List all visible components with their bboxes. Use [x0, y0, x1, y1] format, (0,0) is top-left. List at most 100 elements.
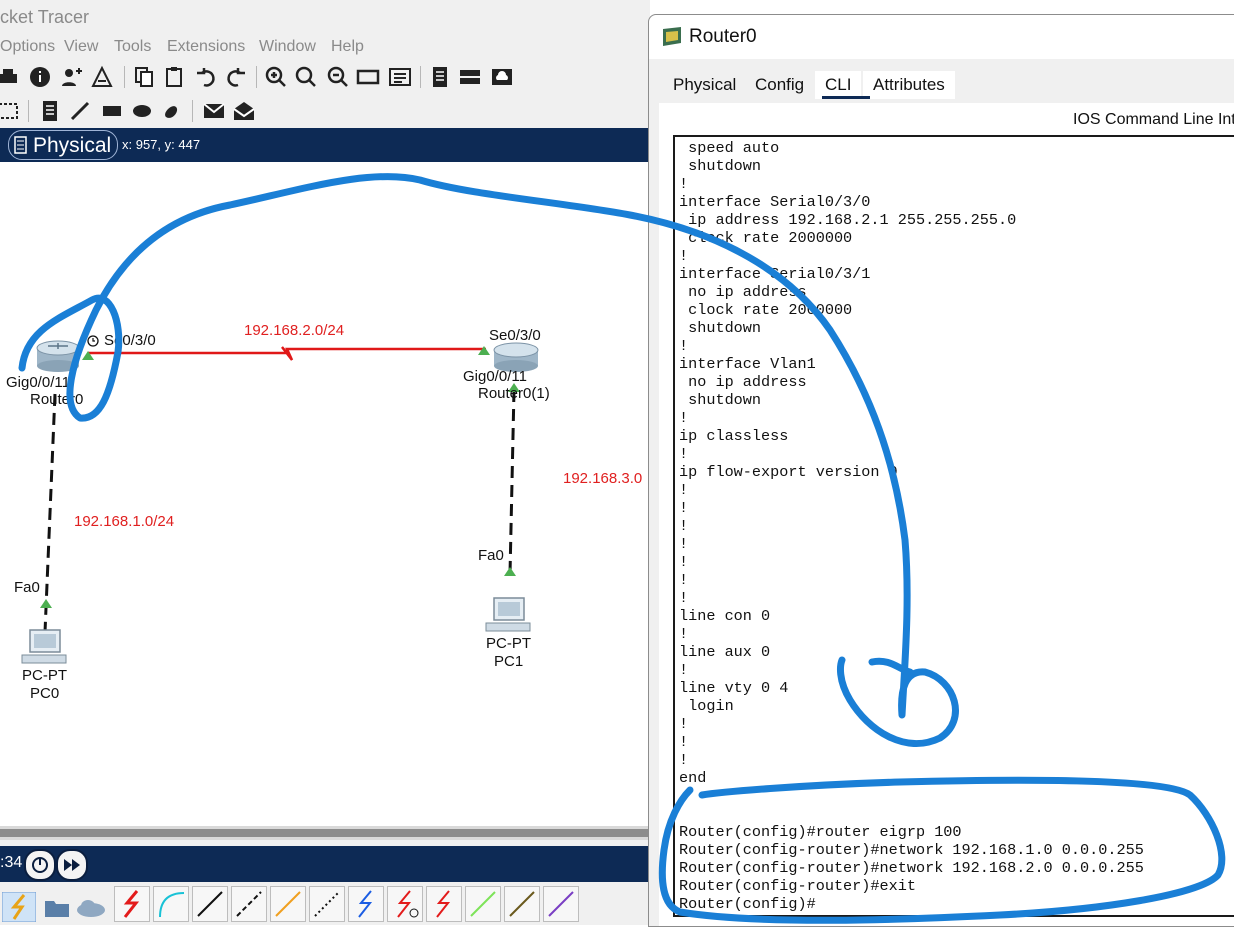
connection-console[interactable] [153, 886, 189, 922]
copy-icon[interactable] [132, 65, 156, 89]
coaxial-cable-icon [358, 890, 373, 918]
router0-label: Router0 [30, 391, 84, 408]
port-status-icon [40, 599, 52, 608]
menu-tools[interactable]: Tools [114, 38, 151, 56]
packet-tracer-app-icon [663, 27, 681, 46]
router1-label: Router0(1) [478, 385, 550, 402]
connection-crossover[interactable] [231, 886, 267, 922]
fast-forward-icon [64, 859, 80, 871]
connection-fiber[interactable] [270, 886, 306, 922]
power-cycle-button[interactable] [24, 849, 56, 881]
device-type-bar [0, 882, 650, 925]
note-icon[interactable] [38, 99, 62, 123]
router0-icon[interactable] [36, 340, 80, 372]
usb-cable-icon [548, 891, 574, 917]
line-icon[interactable] [68, 99, 92, 123]
router0-dialog: Router0 Physical Config CLI Attributes I… [648, 14, 1234, 927]
cli-terminal[interactable]: speed auto shutdown ! interface Serial0/… [673, 135, 1234, 917]
paste-icon[interactable] [162, 65, 186, 89]
pc0-icon[interactable] [21, 629, 67, 664]
connections-category-icon[interactable] [2, 892, 36, 922]
rectangle-icon[interactable] [100, 99, 124, 123]
active-tab-indicator [822, 96, 870, 99]
print-icon[interactable] [0, 65, 20, 89]
pc1-name-label: PC1 [494, 653, 524, 670]
cli-header: IOS Command Line Interface [1073, 111, 1234, 128]
network-label: 192.168.1.0/24 [74, 513, 175, 530]
connection-serial-dce[interactable] [387, 886, 423, 922]
iot-cable-icon [509, 891, 535, 917]
router0-wan-port-label: Se0/3/0 [104, 332, 156, 349]
connection-octal[interactable] [465, 886, 501, 922]
connection-iot[interactable] [504, 886, 540, 922]
network-label: 192.168.2.0/24 [244, 322, 345, 339]
connection-serial-dte[interactable] [426, 886, 462, 922]
network-device-icon[interactable] [458, 65, 482, 89]
ethernet-link-pc1[interactable] [508, 389, 516, 575]
ellipse-icon[interactable] [130, 99, 154, 123]
app-title: cket Tracer [0, 7, 90, 27]
drawing-palette-icon[interactable] [356, 65, 380, 89]
zoom-out-icon[interactable] [326, 65, 350, 89]
menu-view[interactable]: View [64, 38, 98, 56]
simulation-bar: :34 [0, 846, 650, 882]
menu-options[interactable]: Options [0, 38, 55, 56]
dialog-titlebar[interactable]: Router0 [649, 15, 1234, 59]
fast-forward-button[interactable] [56, 849, 88, 881]
port-status-icon [478, 346, 490, 355]
zoom-reset-icon[interactable] [294, 65, 318, 89]
simple-pdu-icon[interactable] [202, 99, 226, 123]
scrollbar-thumb[interactable] [0, 829, 648, 837]
tab-attributes[interactable]: Attributes [863, 71, 955, 99]
power-cycle-icon [32, 857, 48, 873]
complex-pdu-icon[interactable] [232, 99, 256, 123]
user-profile-icon[interactable] [60, 65, 84, 89]
connection-coaxial[interactable] [348, 886, 384, 922]
tab-config[interactable]: Config [745, 71, 814, 99]
info-icon[interactable] [28, 65, 52, 89]
topology-links [21, 335, 539, 664]
physical-mode-icon [14, 136, 27, 154]
cloud-icon[interactable] [76, 898, 106, 918]
menu-extensions[interactable]: Extensions [167, 38, 245, 56]
horizontal-scrollbar[interactable] [0, 826, 650, 840]
undo-icon[interactable] [194, 65, 218, 89]
physical-mode-button[interactable]: Physical [8, 130, 118, 160]
ethernet-link-pc0[interactable] [43, 393, 57, 633]
connection-phone[interactable] [309, 886, 345, 922]
serial-dte-icon [436, 890, 451, 918]
fiber-cable-icon [275, 891, 301, 917]
pc1-port-label: Fa0 [478, 547, 504, 564]
redo-icon[interactable] [224, 65, 248, 89]
connection-auto[interactable] [114, 886, 150, 922]
router1-wan-port-label: Se0/3/0 [489, 327, 541, 344]
network-label: 192.168.3.0 [563, 470, 643, 487]
select-icon[interactable] [0, 99, 20, 123]
dialog-title: Router0 [689, 26, 757, 47]
router1-lan-port-label: Gig0/0/11 [463, 368, 527, 385]
zoom-in-icon[interactable] [264, 65, 288, 89]
auto-connect-icon [123, 890, 140, 918]
custom-device-icon[interactable] [388, 65, 412, 89]
tab-physical[interactable]: Physical [663, 71, 746, 99]
octal-cable-icon [470, 891, 496, 917]
cli-output[interactable]: speed auto shutdown ! interface Serial0/… [679, 139, 1144, 913]
freeform-icon[interactable] [160, 99, 184, 123]
physical-mode-label: Physical [33, 134, 112, 157]
cli-panel: IOS Command Line Interface speed auto sh… [659, 103, 1234, 926]
port-status-icon [504, 567, 516, 576]
straight-cable-icon [197, 891, 223, 917]
router0-lan-port-label: Gig0/0/11 [6, 374, 70, 391]
connection-usb[interactable] [543, 886, 579, 922]
menu-help[interactable]: Help [331, 38, 364, 56]
workspace-bar: Physical x: 957, y: 447 [0, 128, 650, 162]
topology-canvas[interactable]: Se0/3/0 Gig0/0/11 Router0 Se0/3/0 Gig0/0… [0, 162, 650, 826]
menu-window[interactable]: Window [259, 38, 316, 56]
document-icon[interactable] [428, 65, 452, 89]
folder-icon[interactable] [44, 898, 70, 918]
pc1-icon[interactable] [485, 597, 531, 632]
connection-straight[interactable] [192, 886, 228, 922]
activity-wizard-icon[interactable] [90, 65, 114, 89]
cloud-icon[interactable] [490, 65, 514, 89]
tab-cli[interactable]: CLI [815, 71, 862, 99]
